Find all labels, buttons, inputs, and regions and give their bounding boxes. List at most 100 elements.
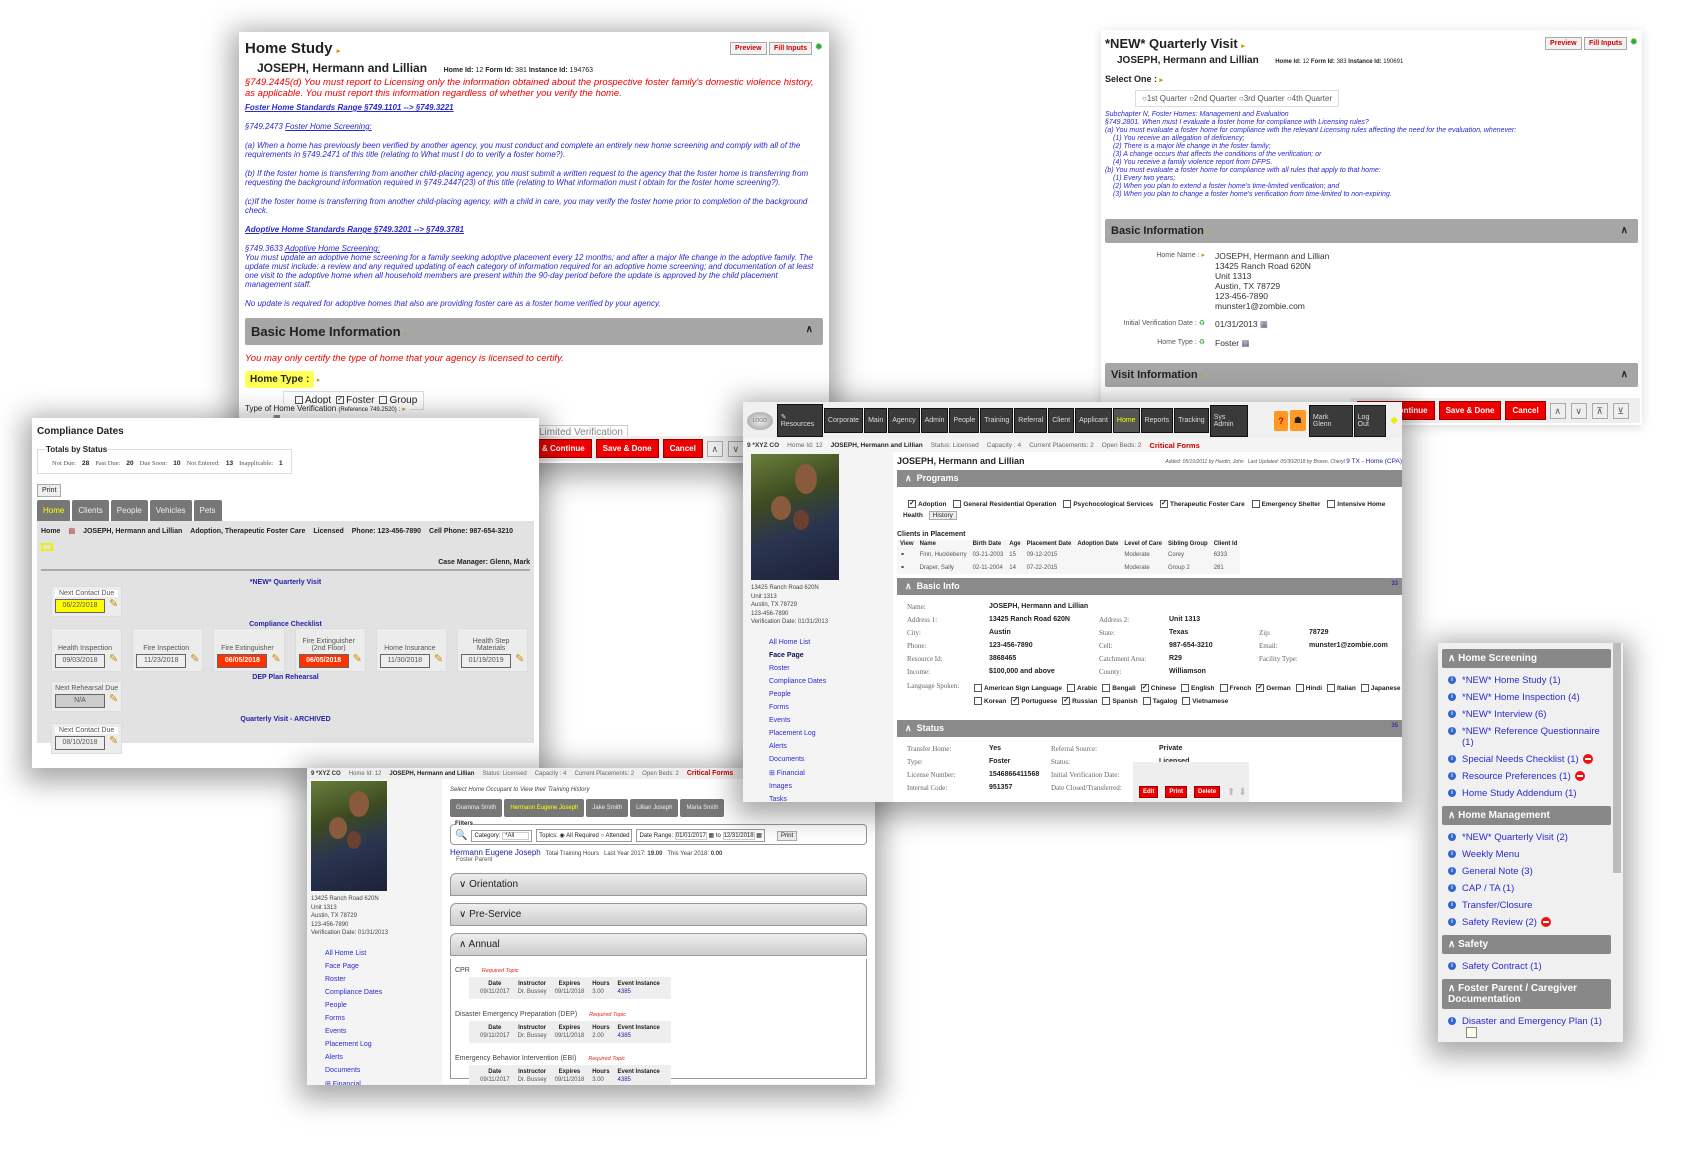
checklist-date[interactable]: 06/05/2018 bbox=[298, 654, 349, 668]
info-icon[interactable]: i bbox=[1448, 850, 1456, 858]
occupant-tab[interactable]: Jake Smith bbox=[586, 799, 629, 817]
print-button[interactable]: Print bbox=[37, 484, 62, 497]
tab-people[interactable]: People bbox=[110, 500, 148, 521]
basic-information-header[interactable]: Basic Information ▪ ∧ bbox=[1105, 219, 1638, 243]
sidenav-alerts[interactable]: Alerts bbox=[325, 1054, 438, 1061]
basic-home-information-header[interactable]: Basic Home Information ▪ ∧ bbox=[245, 318, 823, 345]
edit-button[interactable]: Edit bbox=[1139, 786, 1159, 798]
occupant-tab[interactable]: Hermann Eugene Joseph bbox=[504, 799, 585, 817]
cancel-button[interactable]: Cancel bbox=[662, 439, 703, 458]
sidenav-people[interactable]: People bbox=[325, 1002, 438, 1009]
calendar-icon[interactable]: ▦ bbox=[709, 833, 715, 839]
view-binoculars-icon[interactable]: ⚭ bbox=[900, 565, 905, 571]
nav-sys-admin[interactable]: Sys Admin bbox=[1209, 404, 1249, 437]
group-header[interactable]: ∧ Safety bbox=[1442, 935, 1611, 954]
pencil-icon[interactable]: ✎ bbox=[109, 598, 118, 610]
collapse-icon[interactable]: ∧ bbox=[806, 324, 813, 335]
alert-icon[interactable]: ◆ bbox=[1390, 415, 1398, 426]
occupant-tab[interactable]: Lillian Joseph bbox=[630, 799, 679, 817]
info-icon[interactable]: i bbox=[1448, 1017, 1456, 1025]
spellcheck-icon[interactable]: ▦ bbox=[1260, 319, 1268, 329]
info-critical[interactable]: Critical Forms bbox=[687, 770, 733, 777]
checkbox-checked[interactable]: ✓ bbox=[1062, 697, 1071, 706]
sidenav-face-page[interactable]: Face Page bbox=[325, 963, 438, 970]
checkbox-checked[interactable]: ✓ bbox=[1140, 684, 1149, 693]
logo[interactable]: LOGO bbox=[747, 411, 773, 430]
info-icon[interactable]: i bbox=[1448, 867, 1456, 875]
checkbox[interactable] bbox=[1102, 697, 1111, 706]
move-top-icon[interactable]: ⊼ bbox=[1591, 402, 1608, 419]
checkbox[interactable] bbox=[1327, 684, 1336, 693]
form-link[interactable]: iDEP Plan Rehearsal (1) bbox=[1442, 1041, 1611, 1042]
form-link[interactable]: i Safety Contract (1) bbox=[1442, 958, 1611, 975]
form-link[interactable]: i General Note (3) bbox=[1442, 863, 1611, 880]
arrow-up-icon[interactable]: ⬆ bbox=[1227, 787, 1235, 798]
checkbox[interactable] bbox=[1142, 697, 1151, 706]
checkbox[interactable] bbox=[1360, 684, 1369, 693]
pencil-icon[interactable]: ✎ bbox=[353, 653, 362, 665]
sidenav-compliance-dates[interactable]: Compliance Dates bbox=[325, 989, 438, 996]
info-icon[interactable]: i bbox=[1448, 772, 1456, 780]
group-header[interactable]: ∧ Foster Parent / Caregiver Documentatio… bbox=[1442, 979, 1611, 1009]
logout-button[interactable]: Log Out bbox=[1353, 404, 1387, 437]
sidenav-documents[interactable]: Documents bbox=[325, 1067, 438, 1074]
print-button[interactable]: Print bbox=[776, 830, 798, 841]
info-icon[interactable]: i bbox=[1448, 755, 1456, 763]
sidenav-forms[interactable]: Forms bbox=[325, 1015, 438, 1022]
sidenav-events[interactable]: Events bbox=[769, 717, 889, 724]
checkbox[interactable] bbox=[1251, 500, 1260, 509]
help-icon[interactable]: ? bbox=[1274, 410, 1288, 431]
visit-information-header[interactable]: Visit Information ▪ ∧ bbox=[1105, 363, 1638, 387]
checkbox[interactable] bbox=[1102, 684, 1111, 693]
nav-home[interactable]: Home bbox=[1112, 408, 1140, 433]
arrow-down-icon[interactable]: ⬇ bbox=[1238, 787, 1246, 798]
collapse-icon[interactable]: ∧ bbox=[1621, 225, 1628, 236]
move-down-icon[interactable]: ∨ bbox=[1570, 402, 1587, 419]
checkbox[interactable] bbox=[1181, 684, 1190, 693]
headset-icon[interactable]: ☗ bbox=[1289, 410, 1306, 431]
save-done-button[interactable]: Save & Done bbox=[595, 439, 659, 458]
save-continue-button[interactable]: & Continue bbox=[535, 439, 592, 458]
form-link[interactable]: i CAP / TA (1) bbox=[1442, 880, 1611, 897]
region-link[interactable]: 9 TX - Home (CPA) bbox=[1346, 458, 1402, 465]
sidenav-tasks[interactable]: Tasks bbox=[769, 796, 889, 803]
checkbox-checked[interactable]: ✓ bbox=[1011, 697, 1020, 706]
radio-button[interactable]: ○ bbox=[1187, 94, 1194, 103]
form-link[interactable]: i Safety Review (2) bbox=[1442, 914, 1611, 931]
checkbox[interactable] bbox=[1182, 697, 1191, 706]
checklist-date[interactable]: 11/30/2018 bbox=[379, 654, 430, 668]
checkbox[interactable] bbox=[974, 684, 982, 693]
nav-reports[interactable]: Reports bbox=[1140, 408, 1174, 433]
archived-contact-date[interactable]: 08/10/2018 bbox=[55, 736, 105, 750]
delete-button[interactable]: Delete bbox=[1194, 786, 1221, 798]
sidenav-placement-log[interactable]: Placement Log bbox=[769, 730, 889, 737]
preview-button[interactable]: Preview bbox=[1545, 37, 1582, 50]
sidenav-images[interactable]: Images bbox=[769, 783, 889, 790]
sidenav-events[interactable]: Events bbox=[325, 1028, 438, 1035]
sidenav-all-home-list[interactable]: All Home List bbox=[769, 639, 889, 646]
pencil-icon[interactable]: ✎ bbox=[109, 693, 118, 705]
move-up-icon[interactable]: ∧ bbox=[706, 440, 723, 457]
form-link[interactable]: i Home Study Addendum (1) bbox=[1442, 785, 1611, 802]
table-cell[interactable]: 4385 bbox=[615, 1077, 663, 1083]
cancel-button[interactable]: Cancel bbox=[1505, 401, 1546, 420]
info-icon[interactable]: i bbox=[1448, 833, 1456, 841]
checkbox[interactable] bbox=[1219, 684, 1228, 693]
tab-pets[interactable]: Pets bbox=[193, 500, 222, 521]
radio-button[interactable]: ○ bbox=[1285, 94, 1292, 103]
radio-button[interactable]: ○ bbox=[1237, 94, 1244, 103]
section-orientation[interactable]: ∨ Orientation bbox=[450, 873, 867, 896]
form-link[interactable]: i *NEW* Interview (6) bbox=[1442, 706, 1611, 723]
table-cell[interactable]: 4385 bbox=[615, 989, 663, 995]
search-icon[interactable]: 🔍 bbox=[455, 830, 467, 841]
next-rehearsal-date[interactable]: N/A bbox=[55, 694, 105, 708]
pencil-icon[interactable]: ✎ bbox=[109, 735, 118, 747]
sidenav-roster[interactable]: Roster bbox=[325, 976, 438, 983]
sidenav-alerts[interactable]: Alerts bbox=[769, 743, 889, 750]
nav-resources[interactable]: ✎ Resources bbox=[776, 404, 823, 437]
group-header[interactable]: ∧ Home Management bbox=[1442, 806, 1611, 825]
form-link[interactable]: i Disaster and Emergency Plan (1) bbox=[1442, 1013, 1611, 1041]
info-icon[interactable]: i bbox=[1448, 676, 1456, 684]
info-icon[interactable]: i bbox=[1448, 962, 1456, 970]
checkbox-checked[interactable]: ✓ bbox=[1256, 684, 1265, 693]
